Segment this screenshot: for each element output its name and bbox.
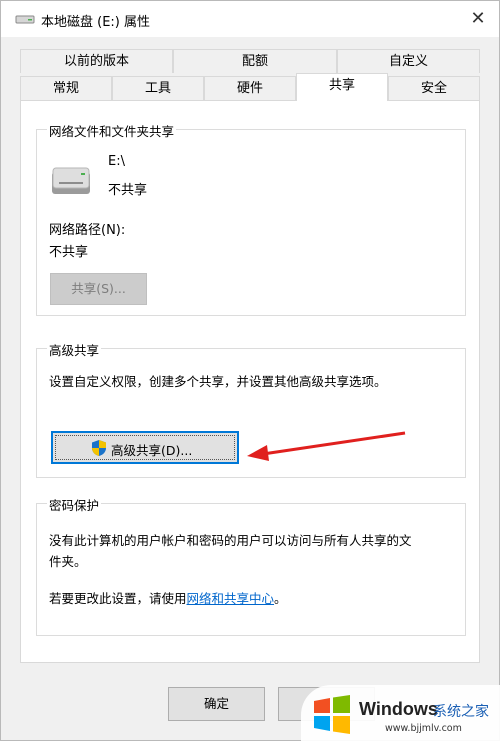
tab-general[interactable]: 常规 <box>20 76 112 100</box>
network-path-value: 不共享 <box>49 245 89 260</box>
tab-sharing[interactable]: 共享 <box>296 73 388 101</box>
password-protection-group: 密码保护 没有此计算机的用户帐户和密码的用户可以访问与所有人共享的文 件夹。 若… <box>36 495 466 636</box>
tab-quota[interactable]: 配额 <box>173 49 337 73</box>
watermark: Windows 系统之家 www.bjjmlv.com <box>301 685 500 742</box>
ok-button[interactable]: 确定 <box>168 687 265 721</box>
network-path-label: 网络路径(N): <box>49 223 126 238</box>
properties-window: 本地磁盘 (E:) 属性 ✕ 以前的版本 配额 自定义 常规 工具 硬件 共享 … <box>0 0 500 742</box>
advanced-sharing-button[interactable]: 高级共享(D)... <box>51 431 239 464</box>
tab-security[interactable]: 安全 <box>388 76 480 100</box>
sharing-panel: 网络文件和文件夹共享 E:\ 不共享 网络路径(N): 不共享 共享(S)...… <box>20 100 480 663</box>
window-title: 本地磁盘 (E:) 属性 <box>41 15 151 30</box>
tab-customize[interactable]: 自定义 <box>337 49 480 73</box>
network-sharing-group: 网络文件和文件夹共享 E:\ 不共享 网络路径(N): 不共享 共享(S)... <box>36 121 466 316</box>
password-protection-text-line2: 件夹。 <box>49 554 87 569</box>
change-setting-prefix: 若要更改此设置，请使用 <box>49 591 187 606</box>
close-button[interactable]: ✕ <box>465 7 491 31</box>
network-sharing-title: 网络文件和文件夹共享 <box>47 121 177 140</box>
change-setting-suffix: 。 <box>274 591 287 606</box>
advanced-sharing-button-label: 高级共享(D)... <box>111 443 193 458</box>
advanced-sharing-description: 设置自定义权限，创建多个共享，并设置其他高级共享选项。 <box>49 374 387 389</box>
share-button[interactable]: 共享(S)... <box>50 273 147 305</box>
windows-logo-icon <box>314 695 350 734</box>
watermark-url: www.bjjmlv.com <box>385 723 462 734</box>
tab-previous-versions[interactable]: 以前的版本 <box>20 49 173 73</box>
drive-icon <box>15 15 35 24</box>
red-arrow-annotation <box>247 431 406 461</box>
watermark-brand-cn: 系统之家 <box>433 704 489 720</box>
uac-shield-icon <box>92 440 106 456</box>
password-protection-title: 密码保护 <box>47 495 102 514</box>
watermark-brand: Windows <box>359 699 438 719</box>
drive-name: E:\ <box>108 154 125 169</box>
hard-drive-icon <box>52 167 90 194</box>
advanced-sharing-title: 高级共享 <box>47 340 102 359</box>
tab-tools[interactable]: 工具 <box>112 76 204 100</box>
password-protection-text-line1: 没有此计算机的用户帐户和密码的用户可以访问与所有人共享的文 <box>49 533 412 548</box>
title-bar: 本地磁盘 (E:) 属性 ✕ <box>1 1 499 37</box>
drive-share-status: 不共享 <box>108 183 148 198</box>
change-setting-line: 若要更改此设置，请使用网络和共享中心。 <box>49 588 287 607</box>
tab-hardware[interactable]: 硬件 <box>204 76 296 100</box>
network-sharing-center-link[interactable]: 网络和共享中心 <box>187 591 275 606</box>
